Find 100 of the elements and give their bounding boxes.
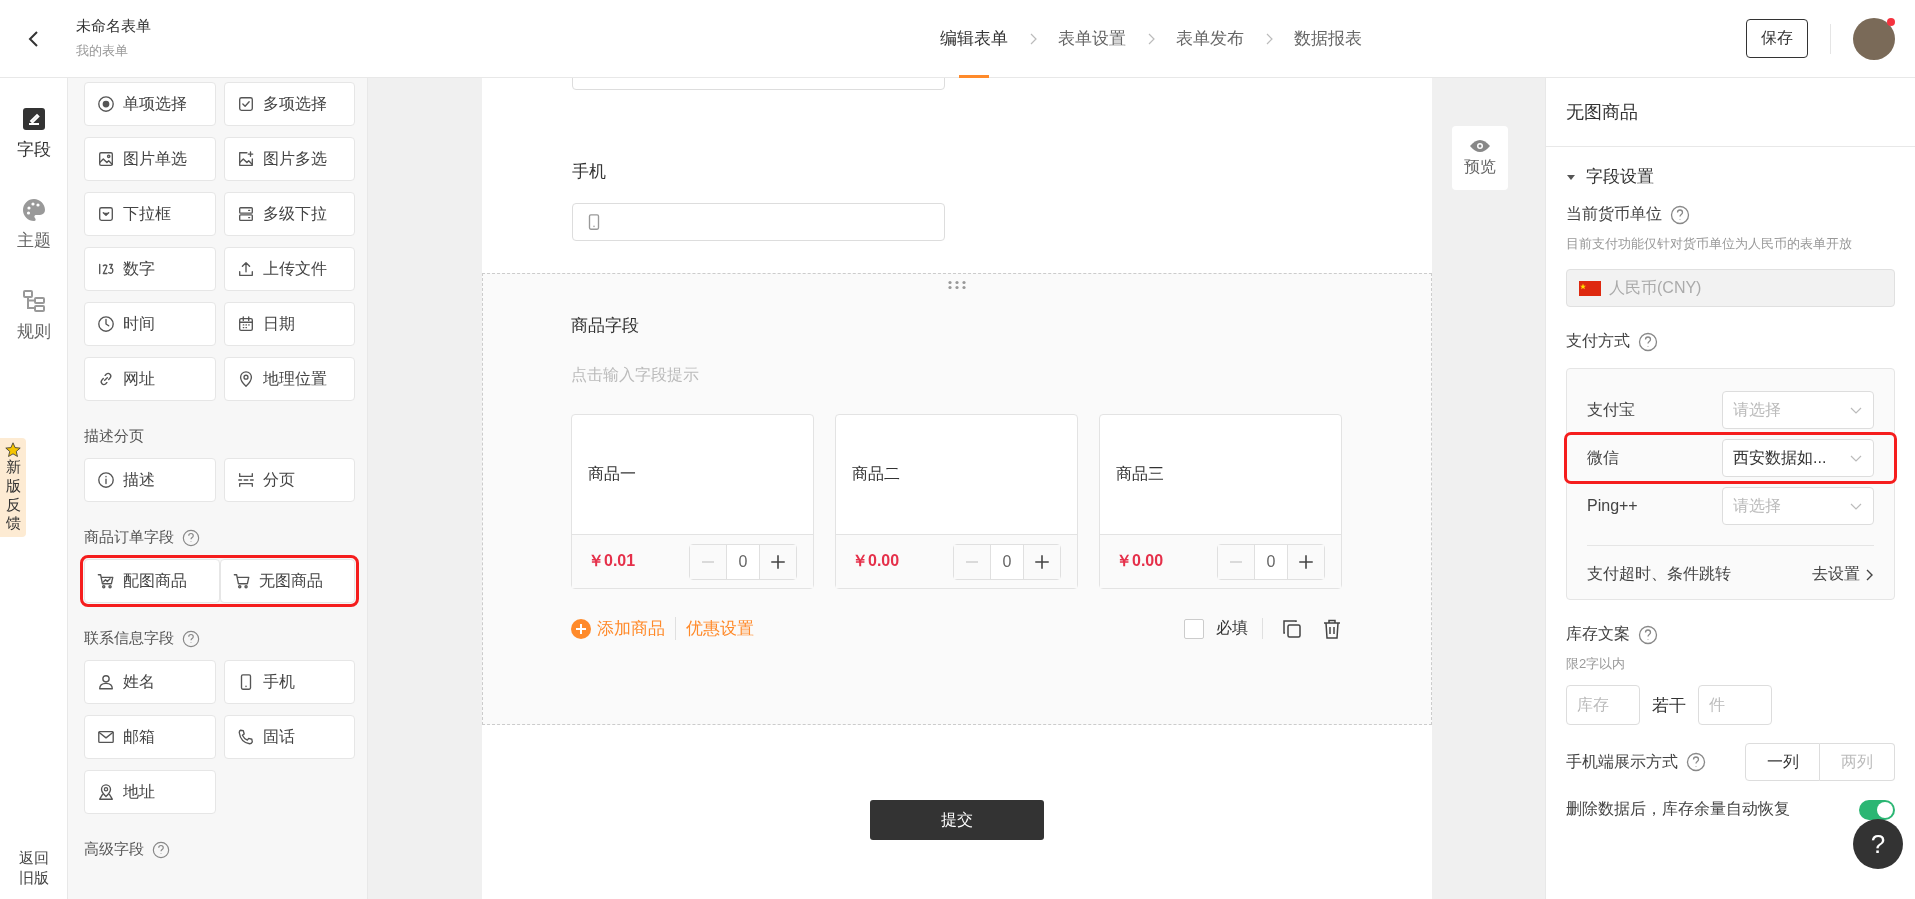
- field-type-button[interactable]: 配图商品: [84, 559, 220, 603]
- product-price: ￥0.00: [852, 551, 900, 571]
- calendar-icon: [236, 315, 255, 333]
- plus-icon[interactable]: [1024, 544, 1060, 579]
- flow-rules-icon: [20, 288, 47, 314]
- checkbox-icon: [236, 95, 255, 113]
- save-button[interactable]: 保存: [1746, 19, 1808, 58]
- setting-label: 支付超时、条件跳转: [1587, 564, 1731, 584]
- flag-icon: [1579, 280, 1601, 296]
- cart-icon: [97, 572, 115, 590]
- field-type-button[interactable]: 姓名: [84, 660, 216, 704]
- step-tab[interactable]: 表单设置: [1058, 0, 1126, 78]
- setting-label: 删除数据后，库存余量自动恢复: [1566, 799, 1790, 819]
- field-type-button[interactable]: 固话: [223, 715, 355, 759]
- plus-icon[interactable]: [1288, 544, 1324, 579]
- field-type-button[interactable]: 日期: [223, 302, 355, 346]
- info-icon: [97, 471, 115, 489]
- phone-input-field[interactable]: [572, 203, 945, 241]
- product-price: ￥0.01: [588, 551, 636, 571]
- field-type-button[interactable]: 多项选择: [223, 82, 355, 126]
- product-name: 商品二: [852, 464, 900, 484]
- submit-button[interactable]: 提交: [870, 800, 1044, 840]
- field-type-button[interactable]: 时间: [84, 302, 216, 346]
- panel-title: 无图商品: [1546, 78, 1915, 147]
- sidebar-tab[interactable]: 字段: [16, 106, 51, 161]
- setting-label: 库存文案: [1566, 624, 1630, 644]
- field-type-button[interactable]: 数字: [84, 247, 216, 291]
- feedback-label: 新版反馈: [5, 458, 21, 533]
- restore-toggle[interactable]: [1859, 799, 1895, 820]
- field-type-button[interactable]: 无图商品: [219, 559, 355, 603]
- section-toggle[interactable]: 字段设置: [1566, 165, 1654, 188]
- field-type-button[interactable]: 上传文件: [223, 247, 355, 291]
- section-title: 商品订单字段: [84, 528, 174, 547]
- field-type-button[interactable]: 单项选择: [84, 82, 216, 126]
- product-field-panel[interactable]: 商品字段 点击输入字段提示 商品一 ￥0.01 0 商品二 ￥0.00 0 商品三 ￥0.00 0 添加商品 优惠设置 必填: [482, 273, 1432, 725]
- payment-account-select[interactable]: 西安数据如...: [1722, 439, 1874, 477]
- help-icon[interactable]: [152, 840, 170, 859]
- palette-icon: [20, 197, 47, 223]
- person-icon: [97, 673, 115, 691]
- field-type-button[interactable]: 描述: [84, 458, 216, 502]
- stock-unit-input[interactable]: 件: [1698, 685, 1772, 725]
- field-label: 手机: [572, 161, 607, 183]
- stock-middle-text: 若干: [1652, 694, 1686, 717]
- product-name: 商品三: [1116, 464, 1164, 484]
- radio-icon: [97, 95, 115, 113]
- help-button[interactable]: ?: [1853, 819, 1903, 869]
- field-type-button[interactable]: 分页: [223, 458, 355, 502]
- form-breadcrumb: 我的表单: [76, 42, 129, 60]
- mail-icon: [97, 728, 115, 746]
- field-type-button[interactable]: 多级下拉: [223, 192, 355, 236]
- go-settings-link[interactable]: 去设置: [1812, 564, 1874, 585]
- help-icon[interactable]: [182, 528, 200, 547]
- plus-icon[interactable]: [760, 544, 796, 579]
- eye-icon: [1469, 138, 1491, 153]
- field-type-button[interactable]: 邮箱: [84, 715, 216, 759]
- help-icon[interactable]: [182, 629, 200, 648]
- sidebar-tab[interactable]: 规则: [16, 288, 51, 343]
- chevron-right-icon: [1146, 32, 1156, 45]
- old-version-link[interactable]: 返回旧版: [18, 848, 49, 887]
- setting-label: 手机端展示方式: [1566, 751, 1678, 772]
- image-plus-icon: [236, 150, 255, 168]
- step-tab[interactable]: 数据报表: [1294, 0, 1362, 78]
- help-icon[interactable]: [1686, 752, 1706, 772]
- delete-icon[interactable]: [1321, 617, 1343, 640]
- edit-icon: [20, 106, 47, 132]
- page-break-icon: [236, 471, 255, 489]
- drag-handle-icon[interactable]: [947, 280, 967, 290]
- field-type-button[interactable]: 网址: [84, 357, 216, 401]
- step-tab[interactable]: 表单发布: [1176, 0, 1244, 78]
- preview-button[interactable]: 预览: [1452, 126, 1508, 190]
- required-checkbox[interactable]: [1184, 618, 1204, 639]
- field-title: 商品字段: [571, 315, 640, 337]
- field-type-button[interactable]: 地址: [84, 770, 216, 814]
- field-type-button[interactable]: 图片多选: [223, 137, 355, 181]
- field-type-button[interactable]: 手机: [223, 660, 355, 704]
- field-type-button[interactable]: 地理位置: [223, 357, 355, 401]
- payment-method-name: 支付宝: [1587, 399, 1635, 420]
- stock-prefix-input[interactable]: 库存: [1566, 685, 1640, 725]
- field-type-button[interactable]: 下拉框: [84, 192, 216, 236]
- section-title: 描述分页: [84, 427, 144, 446]
- setting-label: 支付方式: [1566, 331, 1630, 351]
- help-icon[interactable]: [1638, 331, 1658, 352]
- star-icon: [5, 442, 21, 458]
- product-name: 商品一: [588, 464, 636, 484]
- stacked-boxes-icon: [236, 205, 255, 223]
- dropdown-icon: [97, 205, 115, 223]
- feedback-tab[interactable]: 新版反馈: [0, 438, 26, 537]
- layout-option[interactable]: 一列: [1745, 743, 1820, 781]
- sidebar-tab[interactable]: 主题: [16, 197, 51, 252]
- user-avatar[interactable]: [1853, 17, 1895, 60]
- help-icon[interactable]: [1670, 204, 1690, 225]
- copy-icon[interactable]: [1281, 617, 1303, 640]
- clock-icon: [97, 315, 115, 333]
- payment-method-name: Ping++: [1587, 497, 1638, 515]
- required-label: 必填: [1216, 618, 1263, 639]
- address-pin-icon: [97, 783, 115, 801]
- step-tab[interactable]: 编辑表单: [940, 0, 1008, 78]
- help-icon[interactable]: [1638, 624, 1658, 645]
- field-type-button[interactable]: 图片单选: [84, 137, 216, 181]
- upload-icon: [236, 260, 255, 278]
